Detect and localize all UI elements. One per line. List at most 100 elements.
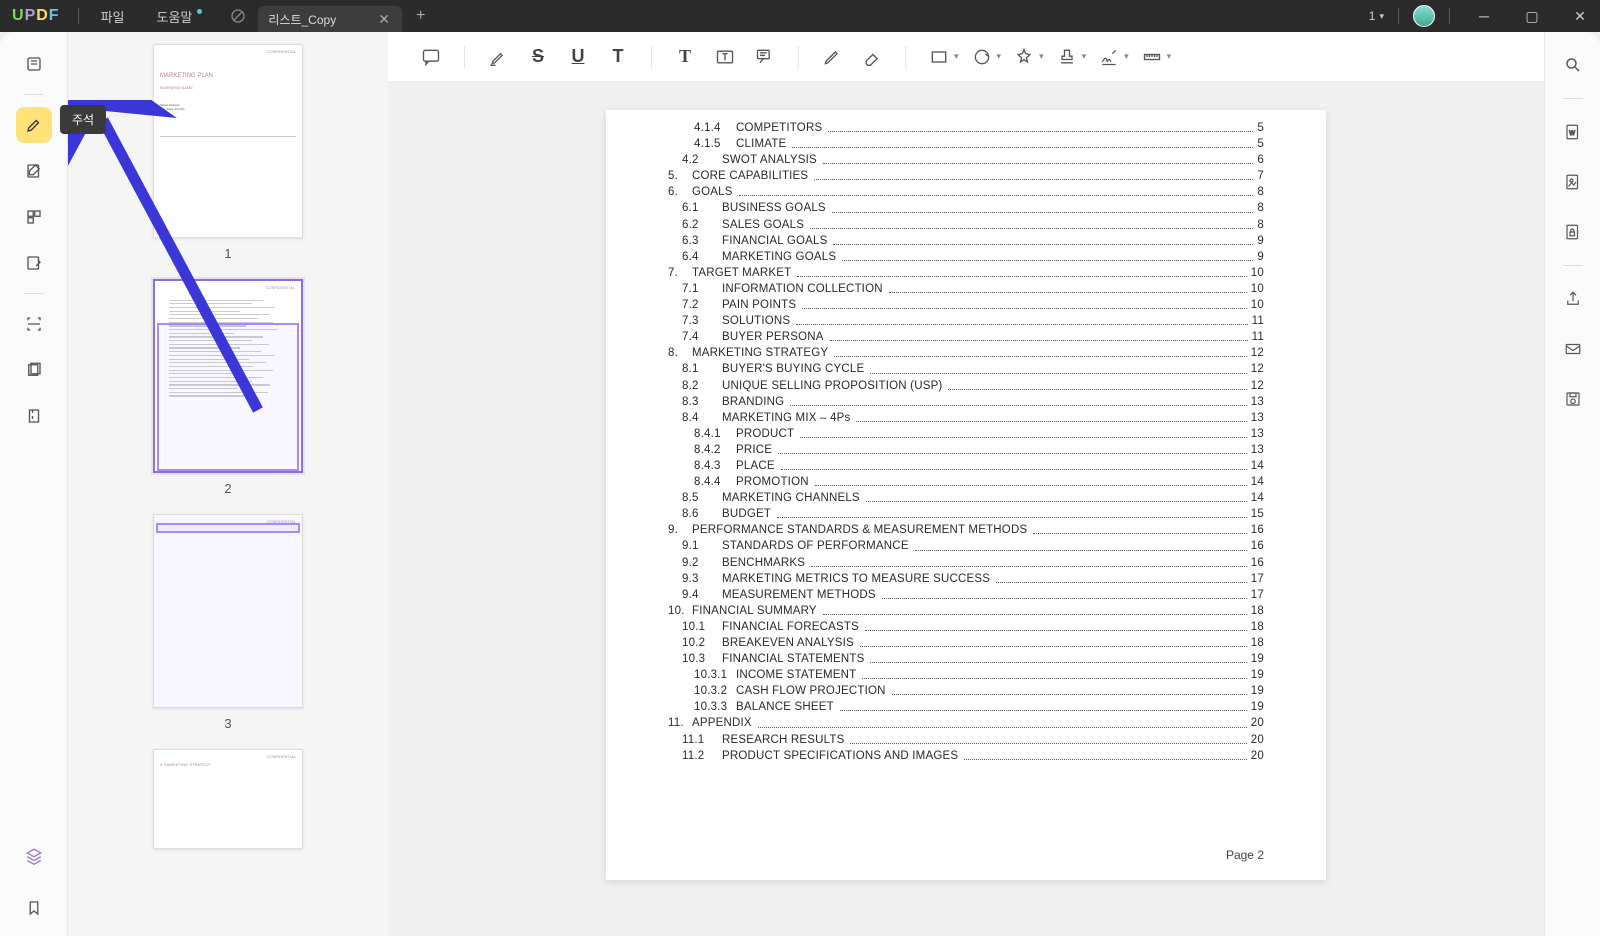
protect-button[interactable] — [1556, 215, 1590, 249]
thumbnail-4[interactable]: CONFIDENTIAL 4. MARKETING STRATEGY — [68, 749, 388, 849]
sticker-tool[interactable]: ▾ — [965, 40, 1002, 74]
toc-entry[interactable]: 7.2PAIN POINTS10 — [682, 297, 1264, 313]
toc-entry[interactable]: 9.4MEASUREMENT METHODS17 — [682, 587, 1264, 603]
toc-entry[interactable]: 6.4MARKETING GOALS9 — [682, 249, 1264, 265]
thumbnail-2[interactable]: CONFIDENTIAL 2 — [68, 279, 388, 496]
share-button[interactable] — [1556, 282, 1590, 316]
comment-tool[interactable] — [414, 40, 448, 74]
bookmark-button[interactable] — [16, 890, 52, 926]
toc-entry[interactable]: 11.APPENDIX20 — [668, 715, 1264, 731]
toc-entry[interactable]: 8.5MARKETING CHANNELS14 — [682, 490, 1264, 506]
measure-tool[interactable]: ▾ — [1135, 40, 1172, 74]
edit-button[interactable] — [16, 153, 52, 189]
signature-tool[interactable]: ▾ — [1092, 40, 1129, 74]
toc-entry[interactable]: 10.1FINANCIAL FORECASTS18 — [682, 619, 1264, 635]
stamp-approved-tool[interactable]: ▾ — [1050, 40, 1087, 74]
eraser-tool[interactable] — [855, 40, 889, 74]
window-maximize[interactable]: ▢ — [1512, 0, 1552, 32]
toc-entry[interactable]: 4.1.5CLIMATE5 — [694, 136, 1264, 152]
toc-entry[interactable]: 10.FINANCIAL SUMMARY18 — [668, 603, 1264, 619]
toc-entry[interactable]: 7.1INFORMATION COLLECTION10 — [682, 281, 1264, 297]
toc-entry[interactable]: 8.4.4PROMOTION14 — [694, 474, 1264, 490]
document-page[interactable]: 4.1.4COMPETITORS54.1.5CLIMATE54.2SWOT AN… — [606, 110, 1326, 880]
toc-entry[interactable]: 11.1RESEARCH RESULTS20 — [682, 732, 1264, 748]
toc-entry[interactable]: 8.4MARKETING MIX – 4Ps13 — [682, 410, 1264, 426]
tab-document[interactable]: 리스트_Copy ✕ — [258, 6, 402, 32]
toc-entry[interactable]: 6.2SALES GOALS8 — [682, 217, 1264, 233]
toc-title: FINANCIAL FORECASTS — [720, 619, 859, 635]
crop-button[interactable] — [16, 352, 52, 388]
window-close[interactable]: ✕ — [1560, 0, 1600, 32]
pages-icon — [25, 208, 43, 226]
window-minimize[interactable]: ─ — [1464, 0, 1504, 32]
squiggly-tool[interactable]: T — [601, 40, 635, 74]
toc-entry[interactable]: 6.GOALS8 — [668, 184, 1264, 200]
textbox-tool[interactable] — [708, 40, 742, 74]
print-button[interactable] — [1556, 382, 1590, 416]
reader-mode-button[interactable] — [16, 46, 52, 82]
toc-entry[interactable]: 8.2UNIQUE SELLING PROPOSITION (USP)12 — [682, 378, 1264, 394]
callout-tool[interactable] — [748, 40, 782, 74]
export-image-button[interactable] — [1556, 165, 1590, 199]
toc-entry[interactable]: 8.6BUDGET15 — [682, 506, 1264, 522]
tab-add[interactable]: + — [402, 7, 439, 25]
toc-entry[interactable]: 9.3MARKETING METRICS TO MEASURE SUCCESS1… — [682, 571, 1264, 587]
toc-entry[interactable]: 4.2SWOT ANALYSIS6 — [682, 152, 1264, 168]
thumbnail-3[interactable]: CONFIDENTIAL 3 — [68, 514, 388, 731]
toc-entry[interactable]: 8.4.3PLACE14 — [694, 458, 1264, 474]
toc-entry[interactable]: 7.4BUYER PERSONA11 — [682, 329, 1264, 345]
compress-button[interactable] — [16, 398, 52, 434]
toc-number: 4.1.5 — [694, 136, 734, 152]
toc-entry[interactable]: 9.2BENCHMARKS16 — [682, 555, 1264, 571]
layers-button[interactable] — [16, 838, 52, 874]
menu-file[interactable]: 파일 — [85, 7, 141, 26]
toc-entry[interactable]: 8.4.1PRODUCT13 — [694, 426, 1264, 442]
toc-entry[interactable]: 7.TARGET MARKET10 — [668, 265, 1264, 281]
toc-number: 5. — [668, 168, 690, 184]
squiggly-icon: T — [613, 46, 624, 67]
menu-help[interactable]: 도움말 — [141, 7, 209, 26]
stamp-tool[interactable]: ▾ — [1007, 40, 1044, 74]
toc-number: 10.3 — [682, 651, 720, 667]
page-indicator[interactable]: 1 ▾ — [1369, 9, 1384, 23]
organize-button[interactable] — [16, 199, 52, 235]
toc-entry[interactable]: 8.4.2PRICE13 — [694, 442, 1264, 458]
toc-entry[interactable]: 11.2PRODUCT SPECIFICATIONS AND IMAGES20 — [682, 748, 1264, 764]
toc-entry[interactable]: 7.3SOLUTIONS11 — [682, 313, 1264, 329]
toc-page: 19 — [1251, 683, 1264, 699]
ocr-button[interactable] — [16, 306, 52, 342]
pencil-tool[interactable] — [815, 40, 849, 74]
toc-entry[interactable]: 6.1BUSINESS GOALS8 — [682, 200, 1264, 216]
form-button[interactable] — [16, 245, 52, 281]
text-tool[interactable]: T — [668, 40, 702, 74]
thumbnail-label: 1 — [224, 246, 231, 261]
strikethrough-tool[interactable]: S — [521, 40, 555, 74]
toc-entry[interactable]: 10.3.1INCOME STATEMENT19 — [694, 667, 1264, 683]
shape-tool[interactable]: ▾ — [922, 40, 959, 74]
tab-home[interactable] — [218, 8, 258, 24]
underline-tool[interactable]: U — [561, 40, 595, 74]
annotate-button[interactable] — [16, 107, 52, 143]
toc-entry[interactable]: 9.1STANDARDS OF PERFORMANCE16 — [682, 538, 1264, 554]
ruler-icon — [1142, 47, 1162, 67]
toc-entry[interactable]: 8.MARKETING STRATEGY12 — [668, 345, 1264, 361]
toc-entry[interactable]: 8.3BRANDING13 — [682, 394, 1264, 410]
toc-entry[interactable]: 4.1.4COMPETITORS5 — [694, 120, 1264, 136]
user-avatar[interactable] — [1413, 5, 1435, 27]
highlight-tool[interactable] — [481, 40, 515, 74]
toc-entry[interactable]: 10.3FINANCIAL STATEMENTS19 — [682, 651, 1264, 667]
thumbnail-1[interactable]: CONFIDENTIAL MARKETING PLAN BUSINESS NAM… — [68, 44, 388, 261]
toc-entry[interactable]: 9.PERFORMANCE STANDARDS & MEASUREMENT ME… — [668, 522, 1264, 538]
toc-page: 12 — [1251, 378, 1264, 394]
toc-entry[interactable]: 6.3FINANCIAL GOALS9 — [682, 233, 1264, 249]
email-button[interactable] — [1556, 332, 1590, 366]
tab-close[interactable]: ✕ — [376, 11, 392, 28]
toc-entry[interactable]: 10.2BREAKEVEN ANALYSIS18 — [682, 635, 1264, 651]
search-button[interactable] — [1556, 48, 1590, 82]
export-word-button[interactable]: W — [1556, 115, 1590, 149]
toc-entry[interactable]: 5.CORE CAPABILITIES7 — [668, 168, 1264, 184]
toc-entry[interactable]: 10.3.2CASH FLOW PROJECTION19 — [694, 683, 1264, 699]
toc-entry[interactable]: 8.1BUYER'S BUYING CYCLE12 — [682, 361, 1264, 377]
toc-page: 17 — [1251, 571, 1264, 587]
toc-entry[interactable]: 10.3.3BALANCE SHEET19 — [694, 699, 1264, 715]
